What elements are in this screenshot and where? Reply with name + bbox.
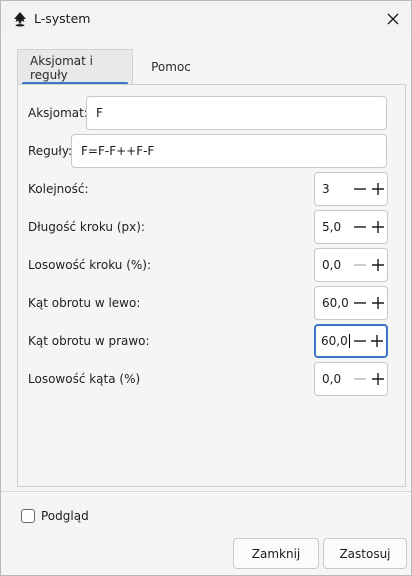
tab-axiom-and-rules[interactable]: Aksjomat i reguły (17, 49, 133, 85)
plus-icon[interactable] (369, 325, 386, 357)
step-length-label: Długość kroku (px): (28, 220, 145, 234)
minus-icon-disabled (352, 363, 370, 395)
minus-icon[interactable] (352, 325, 369, 357)
tab-bar: Aksjomat i reguły Pomoc (17, 49, 209, 85)
right-angle-spinner[interactable]: 60,0 (314, 324, 388, 358)
step-length-value[interactable]: 5,0 (315, 220, 352, 234)
preview-checkbox[interactable] (21, 509, 35, 523)
plus-icon[interactable] (369, 363, 387, 395)
plus-icon[interactable] (369, 173, 387, 205)
angle-randomness-value[interactable]: 0,0 (315, 372, 352, 386)
dialog-content: Aksjomat i reguły Pomoc Aksjomat: F Regu… (6, 46, 406, 487)
step-length-spinner[interactable]: 5,0 (314, 210, 388, 244)
left-angle-value[interactable]: 60,0 (315, 296, 352, 310)
preview-label: Podgląd (41, 509, 89, 523)
step-randomness-value[interactable]: 0,0 (315, 258, 352, 272)
rules-label: Reguły: (28, 144, 73, 158)
minus-icon[interactable] (352, 173, 370, 205)
axiom-input[interactable]: F (86, 96, 387, 130)
close-icon[interactable] (381, 7, 405, 31)
axiom-row: Aksjomat: F (18, 96, 407, 130)
right-angle-value-text: 60,0 (321, 333, 348, 348)
order-spinner[interactable]: 3 (314, 172, 388, 206)
text-caret (348, 334, 350, 349)
step-randomness-spinner[interactable]: 0,0 (314, 248, 388, 282)
left-angle-spinner[interactable]: 60,0 (314, 286, 388, 320)
right-angle-value[interactable]: 60,0 (316, 334, 352, 349)
order-label: Kolejność: (28, 182, 89, 196)
preview-checkbox-row[interactable]: Podgląd (21, 509, 89, 523)
order-row: Kolejność: 3 (18, 172, 407, 206)
minus-icon-disabled (352, 249, 370, 281)
rules-row: Reguły: F=F-F++F-F (18, 134, 407, 168)
step-randomness-row: Losowość kroku (%): 0,0 (18, 248, 407, 282)
footer-divider (1, 491, 411, 492)
angle-randomness-row: Losowość kąta (%) 0,0 (18, 362, 407, 396)
rules-input[interactable]: F=F-F++F-F (71, 134, 387, 168)
left-angle-row: Kąt obrotu w lewo: 60,0 (18, 286, 407, 320)
angle-randomness-label: Losowość kąta (%) (28, 372, 141, 386)
plus-icon[interactable] (369, 287, 387, 319)
right-angle-row: Kąt obrotu w prawo: 60,0 (18, 324, 407, 358)
order-value[interactable]: 3 (315, 182, 352, 196)
right-angle-label: Kąt obrotu w prawo: (28, 334, 150, 348)
close-button[interactable]: Zamknij (233, 538, 319, 569)
lsystem-dialog: L-system Aksjomat i reguły Pomoc Aksjoma… (0, 0, 412, 576)
tab-help[interactable]: Pomoc (133, 49, 209, 85)
step-randomness-label: Losowość kroku (%): (28, 258, 151, 272)
angle-randomness-spinner[interactable]: 0,0 (314, 362, 388, 396)
plus-icon[interactable] (369, 249, 387, 281)
plus-icon[interactable] (369, 211, 387, 243)
step-length-row: Długość kroku (px): 5,0 (18, 210, 407, 244)
left-angle-label: Kąt obrotu w lewo: (28, 296, 141, 310)
title-bar: L-system (1, 1, 411, 37)
inkscape-logo-icon (12, 11, 28, 27)
apply-button[interactable]: Zastosuj (323, 538, 407, 569)
axiom-label: Aksjomat: (28, 106, 88, 120)
tab-panel: Aksjomat: F Reguły: F=F-F++F-F Kolejność… (17, 84, 406, 487)
minus-icon[interactable] (352, 211, 370, 243)
window-title: L-system (34, 11, 91, 26)
minus-icon[interactable] (352, 287, 370, 319)
